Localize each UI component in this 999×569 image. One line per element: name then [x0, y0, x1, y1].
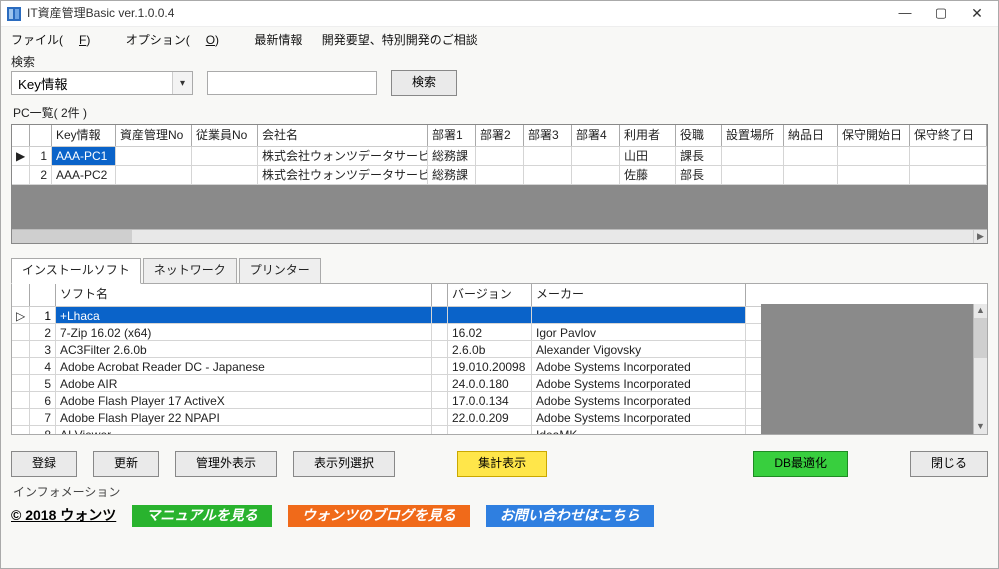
sw-col-sub[interactable] [432, 284, 448, 306]
tab-software[interactable]: インストールソフト [11, 258, 141, 284]
search-button[interactable]: 検索 [391, 70, 457, 96]
menu-option[interactable]: オプション(O) [126, 33, 235, 47]
close-button[interactable]: ✕ [960, 3, 994, 25]
pc-grid-header: Key情報 資産管理No 従業員No 会社名 部署1 部署2 部署3 部署4 利… [12, 125, 987, 148]
col-dept3[interactable]: 部署3 [524, 125, 572, 147]
chevron-down-icon[interactable]: ▾ [172, 72, 192, 94]
search-row: ▾ 検索 [11, 70, 988, 96]
pc-list-label: PC一覧( 2件 ) [13, 106, 988, 122]
col-place[interactable]: 設置場所 [722, 125, 784, 147]
manual-link[interactable]: マニュアルを見る [132, 505, 272, 527]
col-deliv[interactable]: 納品日 [784, 125, 838, 147]
col-index[interactable] [30, 125, 52, 147]
sw-side-fill [761, 304, 973, 434]
blog-link[interactable]: ウォンツのブログを見る [288, 505, 470, 527]
sw-col-ver[interactable]: バージョン [448, 284, 532, 306]
pc-hscroll[interactable]: ◀ ▶ [12, 229, 987, 243]
titlebar: IT資産管理Basic ver.1.0.0.4 — ▢ ✕ [1, 1, 998, 27]
copyright-link[interactable]: © 2018 ウォンツ [11, 506, 116, 524]
info-label: インフォメーション [13, 485, 988, 501]
app-icon [7, 7, 21, 21]
scroll-up-icon[interactable]: ▲ [974, 304, 987, 318]
menu-latest[interactable]: 最新情報 [254, 33, 302, 47]
search-combo[interactable]: ▾ [11, 71, 193, 95]
maximize-button[interactable]: ▢ [924, 3, 958, 25]
scroll-down-icon[interactable]: ▼ [974, 420, 987, 434]
close-app-button[interactable]: 閉じる [910, 451, 988, 477]
db-optimize-button[interactable]: DB最適化 [753, 451, 848, 477]
window-title: IT資産管理Basic ver.1.0.0.4 [27, 6, 886, 22]
exclude-button[interactable]: 管理外表示 [175, 451, 277, 477]
search-input[interactable] [207, 71, 377, 95]
search-combo-input[interactable] [11, 71, 193, 95]
col-mstart[interactable]: 保守開始日 [838, 125, 910, 147]
tab-printer[interactable]: プリンター [239, 258, 321, 283]
col-dept4[interactable]: 部署4 [572, 125, 620, 147]
scroll-right-icon[interactable]: ▶ [973, 230, 987, 243]
pc-grid: Key情報 資産管理No 従業員No 会社名 部署1 部署2 部署3 部署4 利… [11, 124, 988, 245]
col-dept1[interactable]: 部署1 [428, 125, 476, 147]
detail-tabs: インストールソフト ネットワーク プリンター [11, 258, 988, 283]
link-bar: © 2018 ウォンツ マニュアルを見る ウォンツのブログを見る お問い合わせは… [11, 505, 988, 527]
update-button[interactable]: 更新 [93, 451, 159, 477]
sw-col-maker[interactable]: メーカー [532, 284, 746, 306]
col-role[interactable]: 役職 [676, 125, 722, 147]
menu-file[interactable]: ファイル(F) [11, 33, 106, 47]
col-dept2[interactable]: 部署2 [476, 125, 524, 147]
sw-col-name[interactable]: ソフト名 [56, 284, 432, 306]
register-button[interactable]: 登録 [11, 451, 77, 477]
sw-col-idx[interactable] [30, 284, 56, 306]
minimize-button[interactable]: — [888, 3, 922, 25]
col-company[interactable]: 会社名 [258, 125, 428, 147]
col-asset[interactable]: 資産管理No [116, 125, 192, 147]
sw-scroll-thumb[interactable] [974, 318, 987, 358]
tab-network[interactable]: ネットワーク [143, 258, 237, 283]
column-select-button[interactable]: 表示列選択 [293, 451, 395, 477]
software-pane: ソフト名 バージョン メーカー ▷1+Lhaca27-Zip 16.02 (x6… [11, 283, 988, 435]
button-bar: 登録 更新 管理外表示 表示列選択 集計表示 DB最適化 閉じる [11, 451, 988, 477]
contact-link[interactable]: お問い合わせはこちら [486, 505, 654, 527]
software-grid: ソフト名 バージョン メーカー ▷1+Lhaca27-Zip 16.02 (x6… [12, 284, 987, 434]
app-window: IT資産管理Basic ver.1.0.0.4 — ▢ ✕ ファイル(F) オプ… [0, 0, 999, 569]
sw-col-mark[interactable] [12, 284, 30, 306]
pc-grid-fill [12, 185, 987, 229]
sw-vscroll[interactable]: ▲ ▼ [973, 304, 987, 434]
table-row[interactable]: 2AAA-PC2株式会社ウォンツデータサービス総務課佐藤部長 [12, 166, 987, 185]
col-mend[interactable]: 保守終了日 [910, 125, 987, 147]
menubar: ファイル(F) オプション(O) 最新情報 開発要望、特別開発のご相談 [11, 29, 988, 55]
search-label: 検索 [11, 55, 988, 71]
col-mark[interactable] [12, 125, 30, 147]
col-user[interactable]: 利用者 [620, 125, 676, 147]
table-row[interactable]: ▶1AAA-PC1株式会社ウォンツデータサービス総務課山田課長 [12, 147, 987, 166]
col-key[interactable]: Key情報 [52, 125, 116, 147]
aggregate-button[interactable]: 集計表示 [457, 451, 547, 477]
content-area: ファイル(F) オプション(O) 最新情報 開発要望、特別開発のご相談 検索 ▾… [1, 27, 998, 568]
menu-request[interactable]: 開発要望、特別開発のご相談 [322, 33, 478, 47]
scroll-thumb[interactable] [12, 230, 132, 243]
col-emp[interactable]: 従業員No [192, 125, 258, 147]
